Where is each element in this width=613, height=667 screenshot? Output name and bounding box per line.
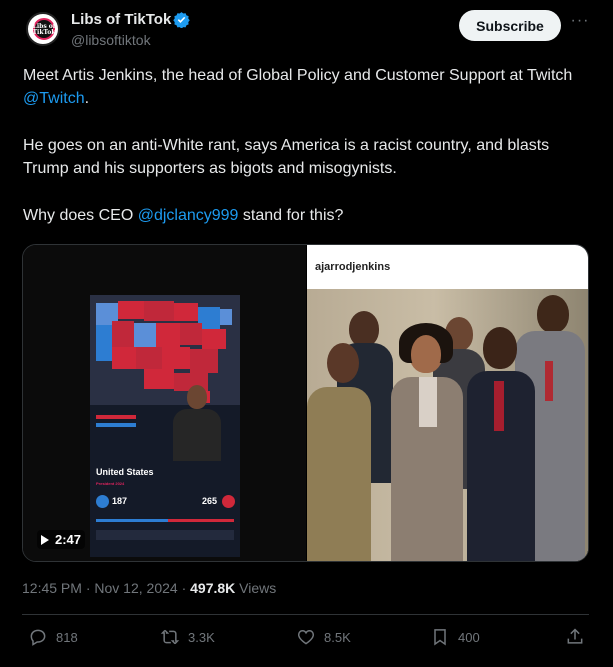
more-options-icon[interactable]: ··· (570, 13, 590, 34)
reply-count: 818 (56, 629, 78, 645)
avatar-logo-text: Libs of TikTok (32, 23, 56, 36)
group-photo (307, 289, 588, 561)
share-icon (567, 628, 583, 644)
video-duration: 2:47 (55, 532, 82, 547)
bookmark-count: 400 (458, 629, 480, 645)
reply-icon (30, 629, 46, 646)
electoral-bar-red (168, 519, 234, 522)
avatar[interactable]: Libs of TikTok (26, 12, 60, 46)
like-count: 8.5K (324, 629, 351, 645)
media-container: United States President 2024 187 265 2:4… (22, 244, 589, 562)
play-icon[interactable] (41, 534, 49, 545)
coverage-banner (96, 530, 234, 540)
trump-votes: 265 (202, 496, 218, 506)
play-control[interactable]: 2:47 (37, 530, 86, 549)
tweet-paragraph-1: Meet Artis Jenkins, the head of Global P… (23, 64, 583, 110)
tweet-text-3b: stand for this? (238, 207, 344, 224)
tweet-date[interactable]: Nov 12, 2024 (94, 580, 177, 596)
bookmark-button[interactable]: 400 (430, 627, 480, 647)
meta-separator-2: · (177, 580, 191, 596)
bookmark-icon (434, 629, 446, 646)
tweet-time[interactable]: 12:45 PM (22, 580, 82, 596)
author-handle[interactable]: @libsoftiktok (71, 32, 151, 48)
subscribe-button[interactable]: Subscribe (459, 10, 561, 41)
divider (22, 614, 589, 615)
trump-avatar (222, 495, 235, 508)
views-label: Views (235, 580, 277, 596)
repost-icon (160, 629, 180, 645)
reply-button[interactable]: 818 (28, 627, 78, 647)
screen-country-label: United States (96, 467, 154, 477)
views-count: 497.8K (190, 580, 236, 596)
mention-djclancy999-link[interactable]: @djclancy999 (138, 207, 239, 224)
tweet-text: Meet Artis Jenkins, the head of Global P… (23, 64, 583, 251)
red-bar (96, 415, 136, 419)
blue-bar (96, 423, 136, 427)
author-display-name[interactable]: Libs of TikTok (71, 11, 171, 28)
share-button[interactable] (565, 627, 585, 647)
phone-screenshot: United States President 2024 187 265 (90, 295, 240, 557)
harris-votes: 187 (112, 496, 128, 506)
repost-button[interactable]: 3.3K (160, 627, 215, 647)
tweet-text-1a: Meet Artis Jenkins, the head of Global P… (23, 67, 573, 84)
repost-count: 3.3K (188, 629, 215, 645)
tweet-paragraph-2: He goes on an anti-White rant, says Amer… (23, 137, 550, 177)
screen-subtitle-label: President 2024 (96, 481, 125, 486)
like-button[interactable]: 8.5K (296, 627, 351, 647)
verified-badge-icon[interactable] (173, 11, 190, 28)
action-bar: 818 3.3K 8.5K 400 (0, 624, 613, 654)
video-thumbnail[interactable]: United States President 2024 187 265 2:4… (23, 245, 306, 561)
tweet-header: Libs of TikTok Libs of TikTok @libsoftik… (0, 0, 613, 56)
tweet-meta: 12:45 PM · Nov 12, 2024 · 497.8K Views (22, 580, 276, 596)
heart-icon (297, 629, 315, 645)
photo-username: ajarrodjenkins (315, 261, 391, 273)
speaker-figure (171, 385, 223, 461)
harris-avatar (96, 495, 109, 508)
tweet-paragraph-3: Why does CEO @djclancy999 stand for this… (23, 204, 583, 227)
photo-thumbnail[interactable]: ajarrodjenkins (307, 245, 588, 561)
meta-separator: · (81, 580, 95, 596)
tweet-text-1b: . (84, 90, 90, 107)
tweet-text-3a: Why does CEO (23, 207, 138, 224)
mention-twitch-link[interactable]: @Twitch (23, 90, 85, 107)
